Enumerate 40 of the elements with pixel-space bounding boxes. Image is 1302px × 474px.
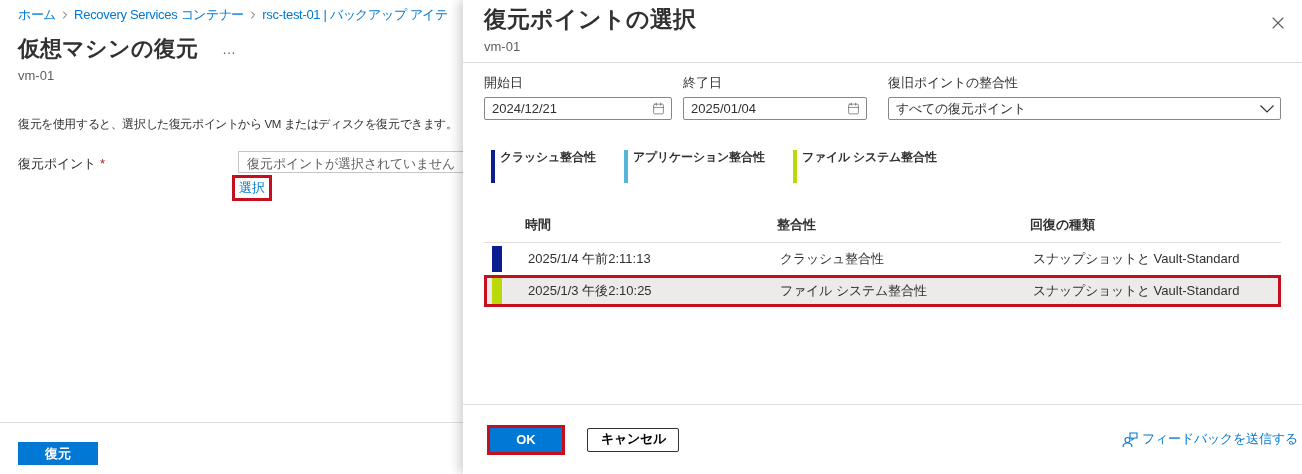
table-cell-text: スナップショットと Vault-Standard [1033,282,1241,300]
table-cell-text: 2025/1/3 午後2:10:25 [528,282,653,300]
filter-label: 復旧ポイントの整合性 [888,75,1019,92]
column-header: 整合性 [777,217,817,234]
column-header: 時間 [525,217,552,234]
select-link[interactable]: 選択 [232,175,272,201]
person-bubble-icon [1122,431,1138,448]
field-label: 復元ポイント * [18,155,107,173]
table-cell-text: スナップショットと Vault-Standard [1033,250,1241,268]
column-header: 回復の種類 [1030,217,1096,234]
required-mark: * [100,156,106,171]
table-cell-text: クラッシュ整合性 [780,250,885,268]
calendar-icon [847,102,860,115]
breadcrumb-link[interactable]: rsc-test-01 | バックアップ アイテ [262,6,448,24]
restore-point-field[interactable]: 復元ポイントが選択されていません [238,151,463,173]
table-cell-text: ファイル システム整合性 [780,282,928,300]
ok-button[interactable]: OK [487,424,565,455]
restore-button[interactable]: 復元 [18,442,98,465]
date-field[interactable]: 2024/12/21 [484,97,672,120]
table-cell-text: 2025/1/4 午前2:11:13 [528,250,652,268]
legend-label: クラッシュ整合性 [500,150,596,165]
chevron-down-icon [1260,104,1274,113]
feedback-link[interactable]: フィードバックを送信する [1122,431,1298,448]
page-title: 仮想マシンの復元 [18,35,198,63]
filter-label: 終了日 [683,75,723,92]
breadcrumb-link[interactable]: ホーム [18,6,57,24]
page-subtitle: vm-01 [18,68,56,83]
filter-label: 開始日 [484,75,524,92]
cancel-button[interactable]: キャンセル [587,427,679,452]
more-button[interactable]: … [222,41,236,57]
panel-title: 復元ポイントの選択 [484,5,696,34]
consistency-dropdown[interactable]: すべての復元ポイント [888,97,1281,120]
calendar-icon [652,102,665,115]
breadcrumb-link[interactable]: Recovery Services コンテナー [74,6,245,24]
legend-label: ファイル システム整合性 [802,150,938,165]
table-row[interactable]: 2025/1/3 午後2:10:25 ファイル システム整合性 スナップショットと Vault-Standard [484,275,1281,307]
date-field[interactable]: 2025/01/04 [683,97,867,120]
description-text: 復元を使用すると、選択した復元ポイントから VM またはディスクを復元できます。 [18,117,459,132]
legend-label: アプリケーション整合性 [633,150,765,165]
panel-subtitle: vm-01 [484,39,522,54]
